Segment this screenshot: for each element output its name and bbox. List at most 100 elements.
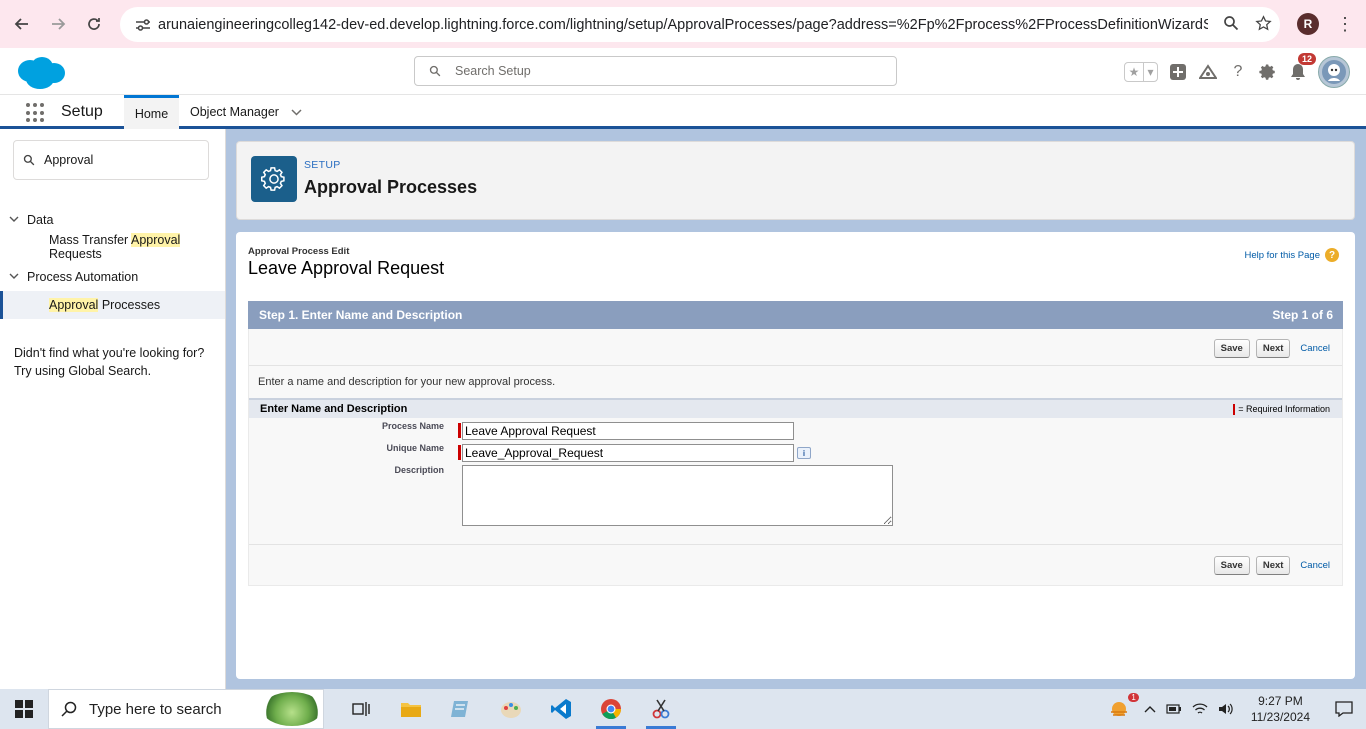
vscode-app-icon[interactable] [536,689,586,729]
favorites-dropdown-icon[interactable]: ▾ [1143,63,1157,81]
tree-node-label: Process Automation [27,270,139,284]
clock-date: 11/23/2024 [1250,710,1310,724]
chevron-up-icon[interactable] [1139,689,1161,729]
app-launcher-icon[interactable] [26,103,46,123]
file-explorer-icon[interactable] [386,689,436,729]
unique-name-label: Unique Name [386,443,444,453]
next-button[interactable]: Next [1255,556,1291,575]
favorites-group[interactable]: ★ ▾ [1124,62,1158,82]
snipping-tool-icon[interactable] [636,689,686,729]
salesforce-logo[interactable] [14,55,66,91]
reload-icon[interactable] [76,6,112,42]
page-header: SETUP Approval Processes [236,141,1355,220]
help-icon: ? [1325,248,1339,262]
taskbar-search-placeholder: Type here to search [89,700,222,718]
trailhead-icon[interactable] [1198,62,1218,82]
system-clock[interactable]: 9:27 PM 11/23/2024 [1239,693,1322,725]
chrome-app-icon[interactable] [586,689,636,729]
process-name-label: Process Name [381,421,444,431]
address-bar[interactable]: arunaiengineeringcolleg142-dev-ed.develo… [120,7,1280,42]
save-button[interactable]: Save [1213,339,1250,358]
divider [249,544,1342,545]
required-marker [1233,403,1236,415]
windows-start-icon[interactable] [0,689,48,729]
tab-home[interactable]: Home [124,95,179,129]
required-marker [458,445,461,460]
instruction-text: Enter a name and description for your ne… [258,376,556,388]
url-text: arunaiengineeringcolleg142-dev-ed.develo… [158,16,1208,33]
required-marker [458,423,461,438]
weather-badge: 1 [1128,693,1139,702]
setup-gear-icon[interactable] [1258,62,1278,82]
top-button-row: Save Next Cancel [1213,339,1330,358]
notification-count-badge: 12 [1297,53,1316,65]
step-title: Step 1. Enter Name and Description [259,308,463,322]
search-icon [14,154,44,166]
edit-label: Approval Process Edit [248,246,350,257]
description-field[interactable] [462,465,893,526]
tree-node-process-automation[interactable]: Process Automation [0,264,225,290]
volume-icon[interactable] [1213,689,1239,729]
next-button[interactable]: Next [1255,339,1291,358]
quick-find-box[interactable] [13,140,209,180]
clock-time: 9:27 PM [1258,694,1303,708]
save-button[interactable]: Save [1213,556,1250,575]
sidebar-item-label: Approval Processes [49,298,161,312]
notifications-bell-icon[interactable]: 12 [1288,53,1316,82]
weather-icon[interactable]: 1 [1099,689,1139,729]
search-icon [49,701,89,717]
notepad-app-icon[interactable] [436,689,486,729]
chevron-down-icon[interactable] [291,105,302,119]
help-for-page-link[interactable]: Help for this Page ? [1244,248,1339,262]
windows-taskbar: Type here to search 1 9:27 PM 11/23/2024 [0,689,1366,729]
divider [249,365,1342,366]
breadcrumb: SETUP [304,159,341,171]
chevron-down-icon[interactable] [0,272,27,283]
browser-toolbar: arunaiengineeringcolleg142-dev-ed.develo… [0,0,1366,48]
wifi-icon[interactable] [1187,689,1213,729]
search-placeholder: Search Setup [455,64,531,78]
setup-gear-icon [251,156,297,202]
search-highlight-image [262,692,322,726]
process-name-field[interactable] [462,422,794,440]
site-settings-icon[interactable] [128,18,158,32]
chevron-down-icon[interactable] [0,215,27,226]
section-header: Enter Name and Description = Required In… [249,398,1342,418]
bookmark-star-icon[interactable] [1255,14,1272,35]
browser-profile-avatar[interactable]: R [1297,13,1319,35]
forward-icon[interactable] [40,6,76,42]
search-icon [415,65,455,77]
favorite-star-icon[interactable]: ★ [1125,63,1143,81]
help-icon[interactable]: ? [1228,62,1248,82]
global-header: Search Setup ★ ▾ ? 12 [0,48,1366,95]
sidebar-item-mass-transfer-approval-requests[interactable]: Mass Transfer Approval Requests [0,233,225,261]
info-icon[interactable]: i [797,447,811,459]
task-view-icon[interactable] [336,689,386,729]
search-setup-input[interactable]: Search Setup [414,56,897,86]
app-name: Setup [61,103,103,120]
tree-node-data[interactable]: Data [0,207,225,233]
approval-process-edit-panel: Approval Process Edit Leave Approval Req… [236,232,1355,679]
step-body: Save Next Cancel Enter a name and descri… [248,329,1343,586]
browser-menu-icon[interactable]: ⋮ [1336,14,1354,35]
unique-name-field[interactable] [462,444,794,462]
context-navigation-bar: Setup Home Object Manager [0,95,1366,129]
tab-object-manager[interactable]: Object Manager [190,95,302,129]
step-count: Step 1 of 6 [1272,308,1333,322]
bottom-button-row: Save Next Cancel [1213,556,1330,575]
user-avatar[interactable] [1318,56,1350,88]
sidebar-item-approval-processes[interactable]: Approval Processes [0,291,225,319]
tab-home-label: Home [134,106,169,121]
zoom-icon[interactable] [1223,15,1239,34]
cancel-link[interactable]: Cancel [1300,343,1330,354]
notification-center-icon[interactable] [1322,689,1366,729]
record-title: Leave Approval Request [248,258,445,278]
quick-find-input[interactable] [44,153,194,167]
back-icon[interactable] [4,6,40,42]
section-title: Enter Name and Description [260,403,408,415]
tree-node-label: Data [27,213,54,227]
global-actions-icon[interactable] [1168,62,1188,82]
cancel-link[interactable]: Cancel [1300,560,1330,571]
battery-icon[interactable] [1161,689,1187,729]
paint-app-icon[interactable] [486,689,536,729]
